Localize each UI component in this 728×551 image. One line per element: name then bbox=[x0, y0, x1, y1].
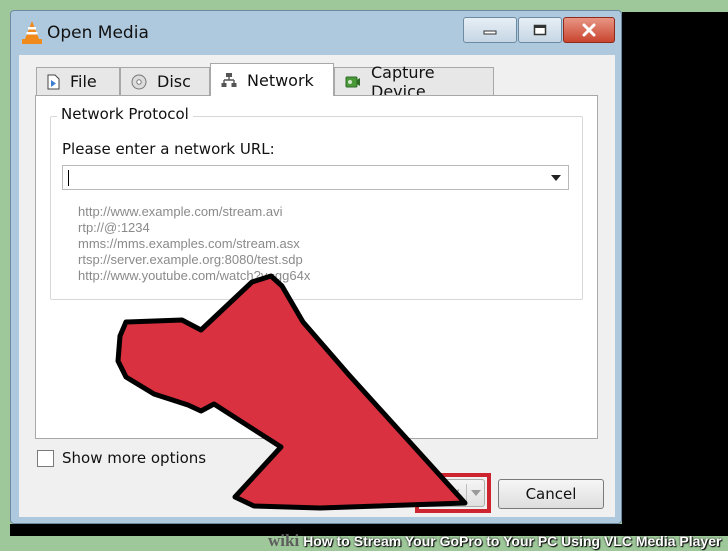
vlc-cone-icon bbox=[22, 21, 42, 44]
url-combobox[interactable] bbox=[62, 165, 569, 190]
capture-device-icon bbox=[345, 75, 361, 89]
chevron-down-icon bbox=[470, 490, 481, 496]
example-url: rtp://@:1234 bbox=[78, 220, 150, 235]
footer-caption: How to Stream Your GoPro to Your PC Usin… bbox=[303, 533, 722, 549]
tab-capture-device[interactable]: Capture Device bbox=[334, 63, 494, 101]
play-dropdown[interactable] bbox=[467, 490, 484, 496]
close-button[interactable] bbox=[563, 17, 615, 43]
show-more-checkbox[interactable] bbox=[37, 449, 54, 467]
example-url: mms://mms.examples.com/stream.asx bbox=[78, 236, 300, 251]
network-tab-panel: Network Protocol Please enter a network … bbox=[35, 95, 598, 439]
minimize-button[interactable] bbox=[463, 17, 517, 43]
url-input[interactable] bbox=[67, 168, 537, 187]
chevron-down-icon[interactable] bbox=[551, 175, 561, 181]
example-url: http://www.youtube.com/watch?v=gg64x bbox=[78, 268, 311, 283]
show-more-label: Show more options bbox=[62, 449, 207, 467]
tab-file[interactable]: File bbox=[36, 67, 120, 95]
footer-caption-bar: wiki How to Stream Your GoPro to Your PC… bbox=[268, 531, 728, 551]
black-border-right bbox=[622, 12, 728, 536]
show-more-options[interactable]: Show more options bbox=[37, 449, 206, 467]
open-media-window: Open Media File Disc Network Capture Dev… bbox=[10, 10, 622, 524]
wikihow-logo: wiki bbox=[268, 531, 300, 550]
example-url: rtsp://server.example.org:8080/test.sdp bbox=[78, 252, 303, 267]
network-icon bbox=[221, 72, 237, 88]
tab-network[interactable]: Network bbox=[210, 63, 334, 96]
play-label: Play bbox=[428, 484, 460, 502]
window-title: Open Media bbox=[47, 23, 149, 43]
disc-icon bbox=[131, 74, 147, 90]
title-bar[interactable]: Open Media bbox=[11, 11, 621, 55]
play-button[interactable]: Play bbox=[421, 479, 485, 507]
url-examples: http://www.example.com/stream.avi rtp://… bbox=[78, 204, 310, 284]
url-label: Please enter a network URL: bbox=[62, 140, 275, 158]
tab-label: Disc bbox=[157, 72, 191, 91]
file-icon bbox=[47, 74, 60, 90]
maximize-icon bbox=[533, 24, 547, 36]
minimize-icon bbox=[483, 30, 497, 35]
tab-disc[interactable]: Disc bbox=[120, 67, 210, 95]
tab-label: File bbox=[70, 72, 97, 91]
dialog-body: File Disc Network Capture Device Network… bbox=[19, 55, 615, 517]
tab-label: Network bbox=[247, 70, 314, 90]
maximize-button[interactable] bbox=[518, 17, 562, 43]
group-title: Network Protocol bbox=[57, 105, 193, 123]
cancel-button[interactable]: Cancel bbox=[498, 479, 604, 509]
text-caret bbox=[68, 170, 69, 186]
example-url: http://www.example.com/stream.avi bbox=[78, 204, 283, 219]
close-icon bbox=[582, 23, 596, 37]
